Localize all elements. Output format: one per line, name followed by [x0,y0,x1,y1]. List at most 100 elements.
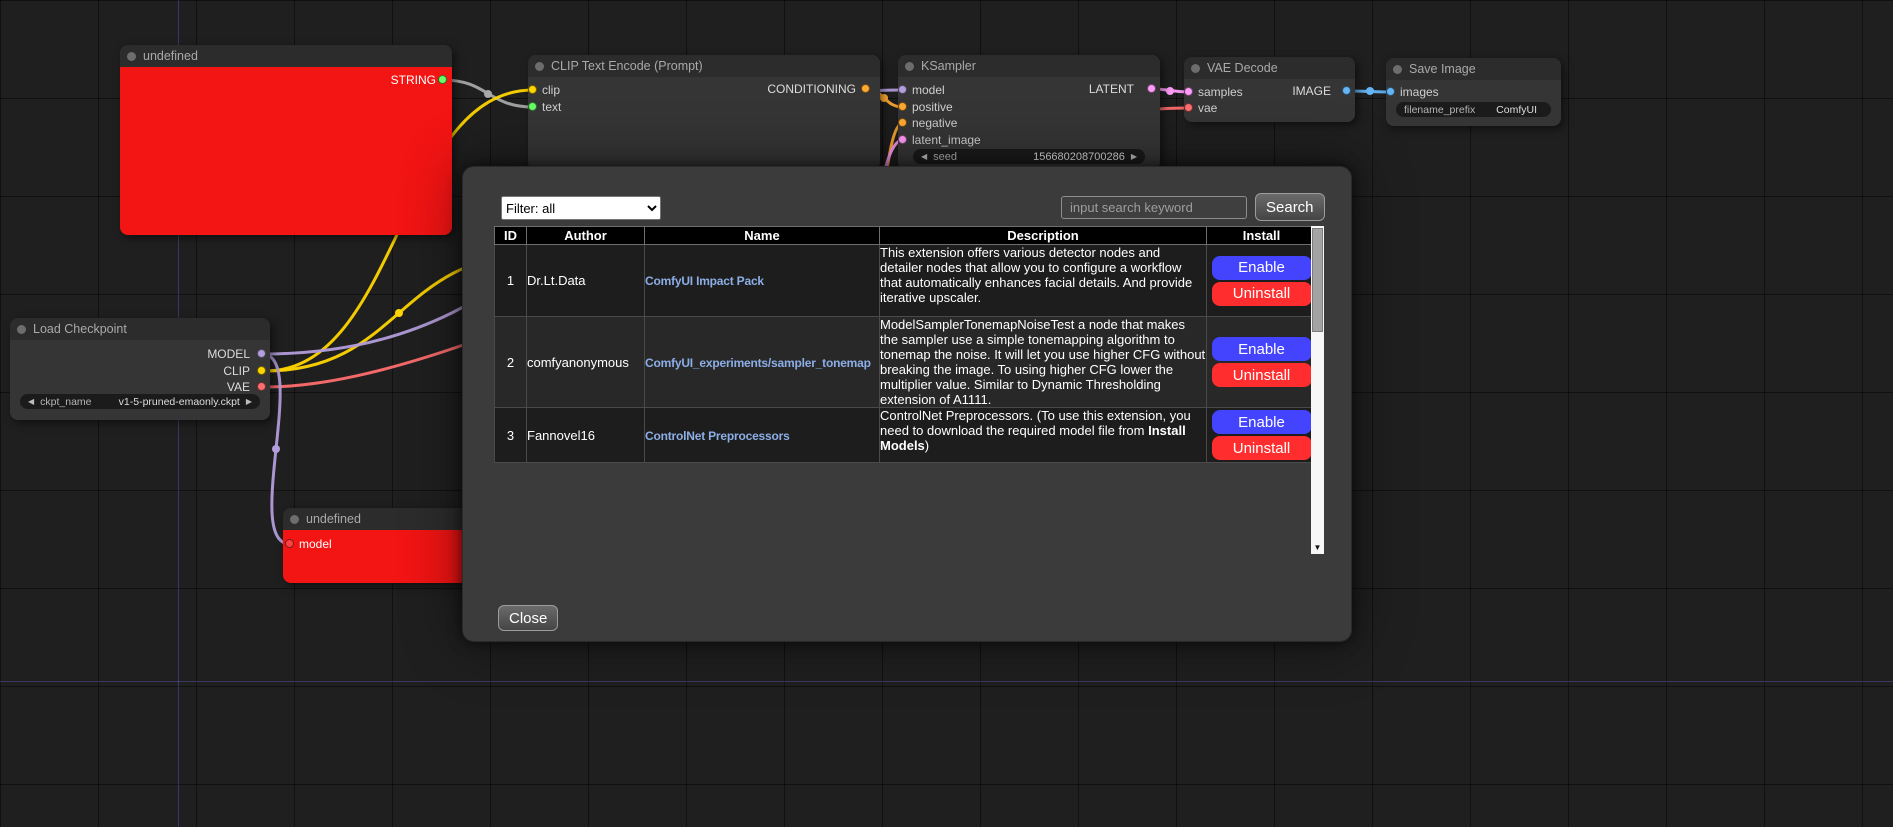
node-ksampler[interactable]: KSampler model positive negative latent_… [898,55,1160,170]
node-collapse-dot[interactable] [17,325,26,334]
node-title: undefined [306,512,361,526]
node-titlebar[interactable]: Save Image [1386,58,1561,80]
input-label: text [542,100,561,114]
extension-author: comfyanonymous [527,317,645,408]
input-port-samples[interactable] [1184,87,1193,96]
link-midpoint-dot[interactable] [272,445,280,453]
extension-id: 2 [495,317,527,408]
node-collapse-dot[interactable] [127,52,136,61]
node-collapse-dot[interactable] [1393,65,1402,74]
next-arrow-icon[interactable]: ▶ [246,394,252,409]
widget-value: 156680208700286 [1033,151,1125,163]
node-titlebar[interactable]: Load Checkpoint [10,318,270,340]
decrement-arrow-icon[interactable]: ◀ [921,149,927,164]
node-title: Save Image [1409,62,1476,76]
link-midpoint-dot[interactable] [1366,87,1374,95]
uninstall-button[interactable]: Uninstall [1212,436,1312,460]
filter-select[interactable]: Filter: all [501,196,661,220]
link-midpoint-dot[interactable] [1166,87,1174,95]
extension-author: Dr.Lt.Data [527,245,645,317]
widget-value: ComfyUI [1496,104,1537,116]
output-label: IMAGE [1292,84,1331,98]
link-midpoint-dot[interactable] [395,309,403,317]
scrollbar-thumb[interactable] [1312,228,1323,332]
node-title: Load Checkpoint [33,322,127,336]
extension-row: 2 comfyanonymous ComfyUI_experiments/sam… [495,317,1317,408]
input-port-clip[interactable] [528,85,537,94]
output-label: CONDITIONING [767,82,856,96]
header-id: ID [495,227,527,245]
input-port-model[interactable] [285,539,294,548]
extension-link[interactable]: ControlNet Preprocessors [645,429,790,443]
uninstall-button[interactable]: Uninstall [1212,363,1312,387]
extension-link[interactable]: ComfyUI_experiments/sampler_tonemap [645,356,871,370]
input-label: latent_image [912,133,981,147]
output-label: LATENT [1089,82,1134,96]
input-port-model[interactable] [898,85,907,94]
input-label: vae [1198,101,1217,115]
table-scrollbar[interactable]: ▼ [1311,226,1324,554]
previous-arrow-icon[interactable]: ◀ [28,394,34,409]
link-midpoint-dot[interactable] [484,90,492,98]
comfyui-canvas[interactable]: undefined STRING CLIP Text Encode (Promp… [0,0,1893,827]
extension-link[interactable]: ComfyUI Impact Pack [645,274,764,288]
manager-extension-dialog: Filter: all Search ID Author Name Descri… [462,166,1352,642]
node-collapse-dot[interactable] [1191,64,1200,73]
input-port-vae[interactable] [1184,103,1193,112]
node-load-checkpoint[interactable]: Load Checkpoint MODEL CLIP VAE ◀ ckpt_na… [10,318,270,420]
link-midpoint-dot[interactable] [880,94,888,102]
node-title: undefined [143,49,198,63]
node-save-image[interactable]: Save Image images filename_prefix ComfyU… [1386,58,1561,126]
extension-description: This extension offers various detector n… [880,245,1207,317]
extension-description: ModelSamplerTonemapNoiseTest a node that… [880,317,1207,408]
extension-id: 3 [495,408,527,463]
input-port-latent-image[interactable] [898,135,907,144]
output-port-string[interactable] [438,75,447,84]
node-body [120,67,452,235]
node-titlebar[interactable]: undefined [120,45,452,67]
widget-value: v1-5-pruned-emaonly.ckpt [119,396,240,408]
output-port-latent[interactable] [1147,84,1156,93]
filename-prefix-widget[interactable]: filename_prefix ComfyUI [1396,102,1551,117]
description-text: ControlNet Preprocessors. (To use this e… [880,408,1191,438]
node-undefined-top[interactable]: undefined STRING [120,45,452,235]
node-vae-decode[interactable]: VAE Decode samples vae IMAGE [1184,57,1355,122]
extension-row: 1 Dr.Lt.Data ComfyUI Impact Pack This ex… [495,245,1317,317]
extension-install-cell: Enable Uninstall [1207,245,1317,317]
scrollbar-down-button[interactable]: ▼ [1311,541,1324,554]
output-port-image[interactable] [1342,86,1351,95]
node-titlebar[interactable]: KSampler [898,55,1160,77]
node-collapse-dot[interactable] [905,62,914,71]
output-port-vae[interactable] [257,382,266,391]
uninstall-button[interactable]: Uninstall [1212,282,1312,306]
input-port-images[interactable] [1386,87,1395,96]
enable-button[interactable]: Enable [1212,410,1312,434]
input-label: images [1400,85,1439,99]
ckpt-name-widget[interactable]: ◀ ckpt_name v1-5-pruned-emaonly.ckpt ▶ [20,394,260,409]
output-port-conditioning[interactable] [861,84,870,93]
close-button[interactable]: Close [498,605,558,631]
input-port-positive[interactable] [898,102,907,111]
output-port-model[interactable] [257,349,266,358]
input-label: clip [542,83,560,97]
node-clip-text-encode[interactable]: CLIP Text Encode (Prompt) clip text COND… [528,55,880,170]
search-button[interactable]: Search [1255,193,1325,221]
node-title: KSampler [921,59,976,73]
description-text: This extension offers various detector n… [880,245,1192,305]
node-titlebar[interactable]: VAE Decode [1184,57,1355,79]
seed-widget[interactable]: ◀ seed 156680208700286 ▶ [913,149,1145,164]
node-titlebar[interactable]: CLIP Text Encode (Prompt) [528,55,880,77]
output-port-clip[interactable] [257,366,266,375]
node-collapse-dot[interactable] [290,515,299,524]
widget-label: filename_prefix [1404,104,1475,116]
enable-button[interactable]: Enable [1212,337,1312,361]
description-text: ModelSamplerTonemapNoiseTest a node that… [880,317,1205,407]
input-port-negative[interactable] [898,118,907,127]
extension-install-cell: Enable Uninstall [1207,317,1317,408]
node-collapse-dot[interactable] [535,62,544,71]
extension-author: Fannovel16 [527,408,645,463]
increment-arrow-icon[interactable]: ▶ [1131,149,1137,164]
search-input[interactable] [1061,196,1247,219]
input-port-text[interactable] [528,102,537,111]
enable-button[interactable]: Enable [1212,256,1312,280]
